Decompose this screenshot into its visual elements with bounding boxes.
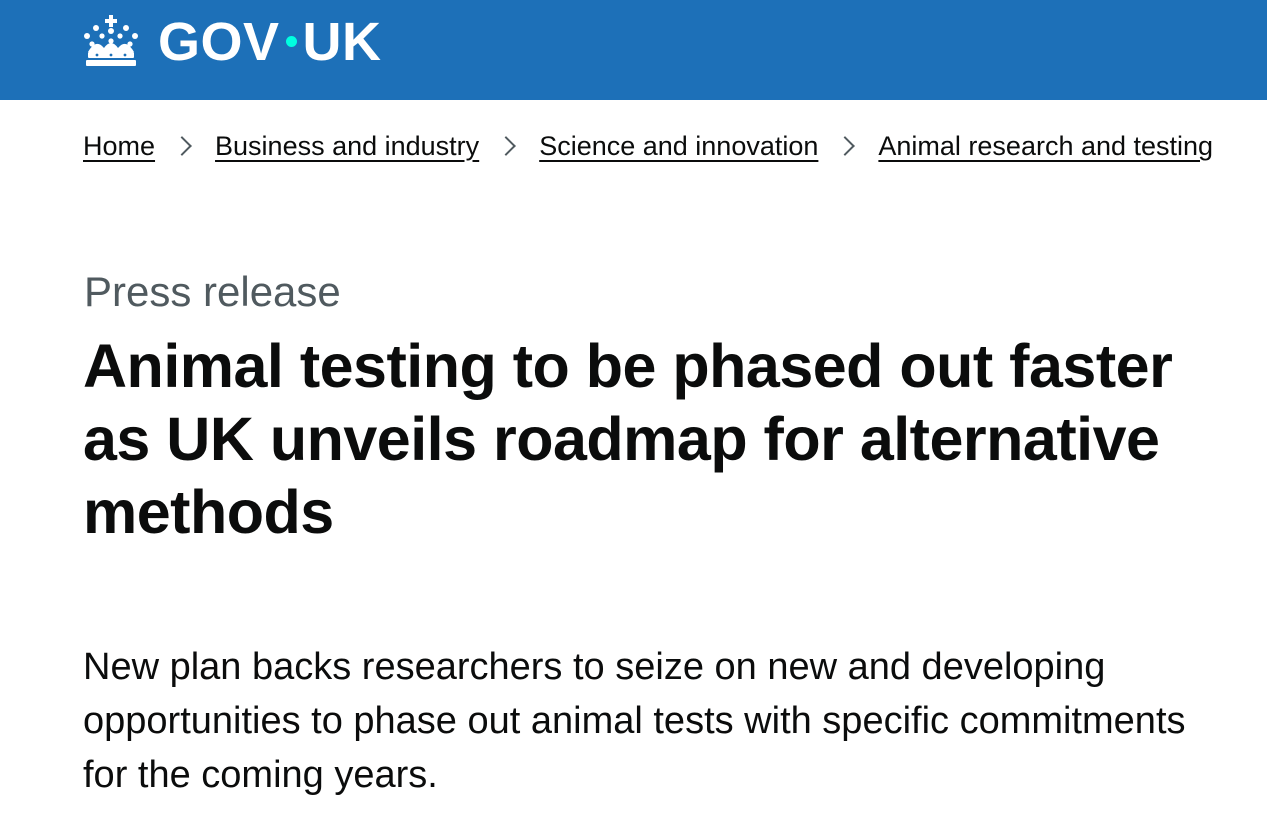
chevron-right-icon [172, 136, 192, 156]
breadcrumb: Home Business and industry Science and i… [83, 126, 1213, 166]
document-type-caption: Press release [84, 268, 341, 315]
lead-paragraph: New plan backs researchers to seize on n… [83, 646, 1186, 796]
breadcrumb-home-link[interactable]: Home [83, 131, 155, 162]
govuk-logo-link[interactable]: GOV UK [82, 12, 382, 72]
chevron-right-icon [835, 136, 856, 156]
page-title: Animal testing to be phased out faster a… [83, 332, 1173, 546]
logotype-gov: GOV [158, 12, 280, 72]
breadcrumb-science-and-innovation-link[interactable]: Science and innovation [539, 131, 818, 162]
chevron-right-icon [496, 136, 517, 156]
govuk-logotype: GOV UK [158, 12, 382, 72]
breadcrumb-business-and-industry-link[interactable]: Business and industry [215, 131, 479, 162]
logotype-uk: UK [302, 12, 382, 72]
breadcrumb-animal-research-link[interactable]: Animal research and testing [878, 131, 1213, 162]
crown-icon [84, 15, 138, 66]
site-header: GOV UK [0, 0, 1267, 100]
logotype-dot [285, 35, 297, 47]
